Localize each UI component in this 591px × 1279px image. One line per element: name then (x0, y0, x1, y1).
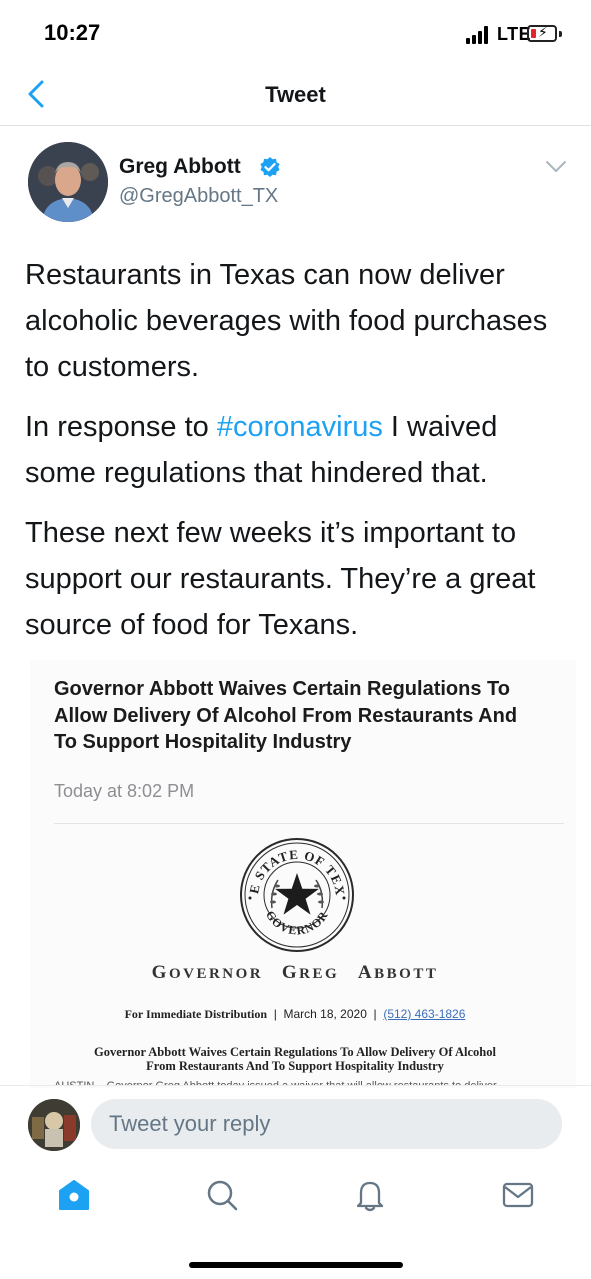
search-icon[interactable] (205, 1178, 239, 1212)
author-name[interactable]: Greg Abbott (119, 155, 241, 179)
mail-icon[interactable] (501, 1178, 535, 1212)
attachment-title: Governor Abbott Waives Certain Regulatio… (54, 678, 518, 753)
author-handle[interactable]: @GregAbbott_TX (119, 185, 278, 208)
status-time: 10:27 (44, 20, 101, 45)
home-icon[interactable] (57, 1178, 91, 1212)
hashtag-link[interactable]: #coronavirus (217, 411, 383, 443)
verified-badge-icon (260, 157, 280, 177)
office-name: GOVERNOR GREG ABBOTT (151, 962, 439, 983)
signal-icon (466, 26, 492, 44)
svg-text:GOVERNOR: GOVERNOR (263, 908, 331, 937)
author-avatar[interactable] (28, 142, 108, 222)
texas-seal-logo: THE STATE OF TEXAS GOVERNOR (238, 836, 354, 952)
reply-input[interactable] (91, 1099, 562, 1149)
home-indicator (189, 1262, 403, 1268)
bell-icon[interactable] (353, 1178, 387, 1212)
tweet-image[interactable]: Governor Abbott Waives Certain Regulatio… (30, 660, 576, 1088)
distribution-line: For Immediate Distribution | March 18, 2… (124, 1007, 466, 1021)
release-title: Governor Abbott Waives Certain Regulatio… (94, 1045, 496, 1073)
nav-bar: Tweet (0, 62, 591, 126)
chevron-down-icon[interactable] (545, 160, 567, 174)
page-title: Tweet (265, 82, 326, 107)
battery-icon: ⚡ (527, 24, 557, 42)
attachment-timestamp: Today at 8:02 PM (54, 781, 195, 801)
tweet-paragraph: These next few weeks it’s important to s… (25, 517, 536, 641)
user-avatar (28, 1099, 80, 1151)
status-bar: 10:27 LTE ⚡ (0, 0, 591, 62)
tweet-paragraph: In response to #coronavirus I waived som… (25, 411, 498, 489)
tweet-paragraph: Restaurants in Texas can now deliver alc… (25, 259, 548, 383)
